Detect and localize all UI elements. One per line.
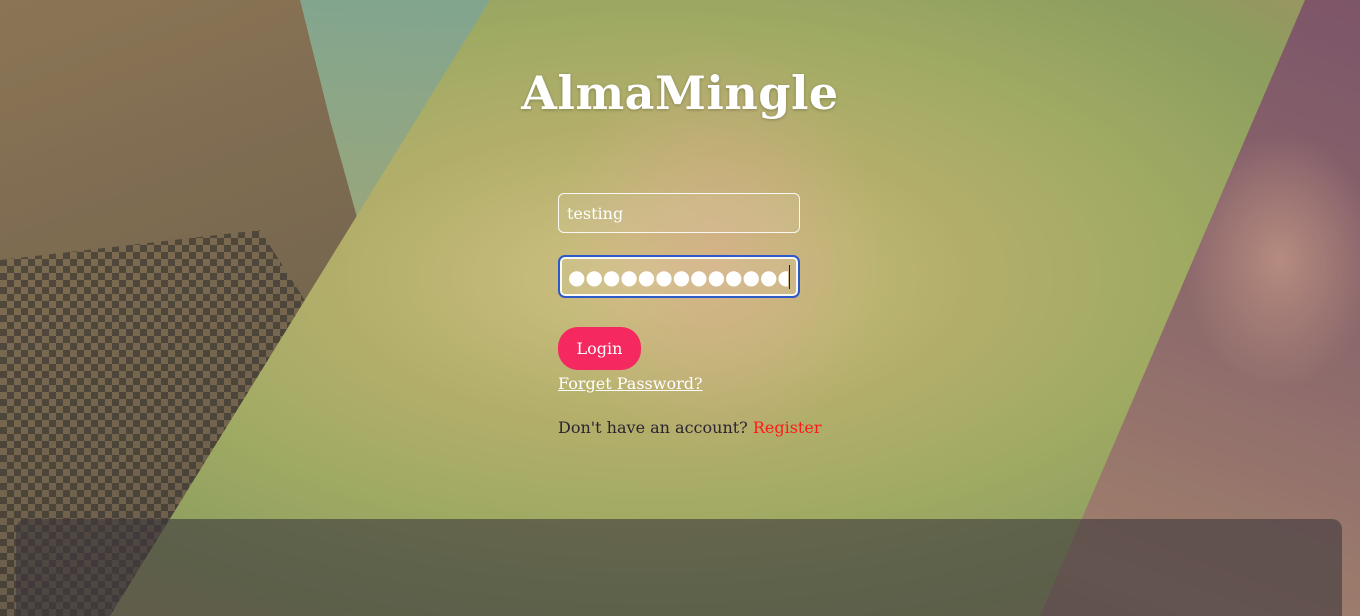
username-value: testing <box>567 203 624 223</box>
password-masked-value: ●●●●●●●●●●●●●●●● <box>568 264 789 289</box>
footer-panel <box>16 519 1342 616</box>
password-input[interactable]: ●●●●●●●●●●●●●●●● <box>558 255 800 298</box>
no-account-text: Don't have an account? <box>558 418 753 437</box>
register-link[interactable]: Register <box>753 418 822 437</box>
register-prompt: Don't have an account? Register <box>558 418 821 437</box>
username-input[interactable]: testing <box>558 193 800 233</box>
text-caret <box>789 264 790 289</box>
login-button[interactable]: Login <box>558 327 641 370</box>
forget-password-link[interactable]: Forget Password? <box>558 374 703 393</box>
brand-title: AlmaMingle <box>521 66 839 120</box>
